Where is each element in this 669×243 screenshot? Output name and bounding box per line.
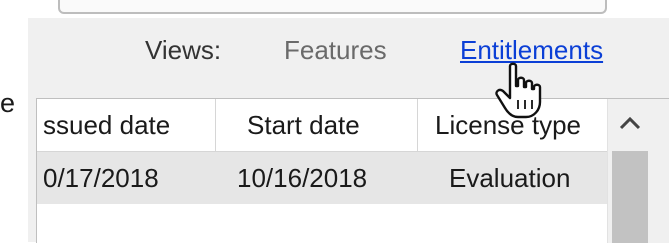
views-bar: Views: Features Entitlements bbox=[28, 18, 669, 82]
cell-start-date: 10/16/2018 bbox=[237, 163, 368, 193]
vertical-scrollbar[interactable] bbox=[607, 99, 652, 243]
top-strip bbox=[0, 0, 669, 18]
column-header-start-date[interactable]: Start date bbox=[247, 99, 407, 151]
table-row[interactable]: 0/17/2018 10/16/2018 Evaluation bbox=[37, 152, 607, 204]
application-window: e Views: Features Entitlements ssued dat… bbox=[0, 0, 669, 243]
column-header-issued-date[interactable]: ssued date bbox=[43, 99, 207, 151]
views-label: Views: bbox=[145, 35, 222, 65]
license-grid[interactable]: ssued date Start date License type 0/17/… bbox=[36, 98, 669, 243]
top-strip-box bbox=[58, 0, 607, 14]
left-edge: e bbox=[0, 18, 28, 242]
entitlements-panel: Views: Features Entitlements ssued date … bbox=[28, 18, 669, 243]
left-edge-text: e bbox=[0, 88, 16, 118]
column-separator[interactable] bbox=[215, 99, 216, 151]
chevron-up-icon bbox=[619, 116, 641, 130]
cell-issued-date: 0/17/2018 bbox=[43, 163, 159, 193]
scroll-up-button[interactable] bbox=[608, 99, 652, 147]
column-separator[interactable] bbox=[417, 99, 418, 151]
hand-pointer-icon bbox=[495, 62, 542, 119]
scroll-thumb[interactable] bbox=[612, 151, 648, 243]
view-features-link[interactable]: Features bbox=[284, 35, 387, 66]
grid-right-pad bbox=[651, 99, 669, 243]
cell-license-type: Evaluation bbox=[449, 163, 571, 193]
